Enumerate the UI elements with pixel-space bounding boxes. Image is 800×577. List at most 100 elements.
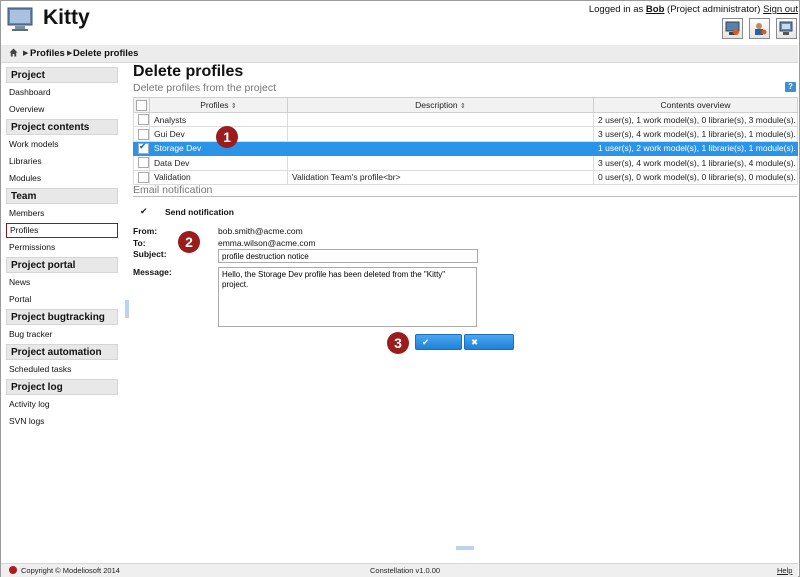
profile-name-cell: Data Dev [149,155,288,171]
breadcrumb-profiles[interactable]: Profiles [30,48,65,59]
sidebar: Project Dashboard Overview Project conte… [6,67,118,431]
overview-cell: 0 user(s), 0 work model(s), 0 librarie(s… [593,169,798,185]
breadcrumb-delete-profiles: Delete profiles [73,48,139,59]
console-icon [725,21,740,35]
cancel-button[interactable]: ✖ Cancel [464,334,514,361]
copyright-text: Copyright © Modeliosoft 2014 [21,566,120,575]
column-label: Contents overview [660,100,731,110]
subject-input[interactable] [218,249,478,263]
row-checkbox[interactable] [138,114,149,126]
user-profile-button[interactable] [749,18,770,39]
sidebar-item-overview[interactable]: Overview [6,102,118,117]
table-row[interactable]: Data Dev 3 user(s), 4 work model(s), 1 l… [133,155,798,171]
sidebar-item-work-models[interactable]: Work models [6,137,118,152]
sidebar-collapse-handle[interactable] [125,300,129,318]
row-checkbox-cell[interactable] [133,140,150,157]
chevron-right-icon: ▶ [23,50,29,57]
to-value: emma.wilson@acme.com [218,238,316,248]
overview-cell: 2 user(s), 1 work model(s), 0 librarie(s… [593,111,798,128]
sidebar-section-project[interactable]: Project [6,67,118,83]
description-cell [287,155,594,171]
row-checkbox[interactable] [138,128,149,140]
message-label: Message: [133,267,172,277]
row-checkbox-cell[interactable] [133,155,150,171]
footer-collapse-handle[interactable] [456,546,474,550]
column-label: Description [415,100,458,110]
row-checkbox[interactable] [138,157,149,169]
profile-name-cell: Validation [149,169,288,185]
admin-console-button[interactable] [722,18,743,39]
sidebar-item-permissions[interactable]: Permissions [6,240,118,255]
user-link[interactable]: Bob [646,4,664,15]
sidebar-item-svn-logs[interactable]: SVN logs [6,414,118,429]
help-link[interactable]: Help [777,566,792,575]
description-cell [287,140,594,157]
row-checkbox-cell[interactable] [133,111,150,128]
home-icon[interactable] [9,48,18,57]
divider [133,196,797,197]
sidebar-section-project-contents[interactable]: Project contents [6,119,118,135]
sidebar-section-project-log[interactable]: Project log [6,379,118,395]
overview-cell: 3 user(s), 4 work model(s), 1 librarie(s… [593,155,798,171]
sidebar-item-portal[interactable]: Portal [6,292,118,307]
login-status: Logged in as Bob (Project administrator)… [589,4,798,15]
computer-logo-icon [7,7,33,31]
row-checkbox[interactable] [138,171,149,183]
column-header-profiles[interactable]: Profiles ⇕ [149,97,288,113]
from-value: bob.smith@acme.com [218,226,303,236]
profile-name-cell: Analysts [149,111,288,128]
column-label: Profiles [200,100,229,110]
delete-button[interactable]: ✔ Delete [415,334,462,361]
help-icon[interactable]: ? [785,82,796,92]
table-row[interactable]: Analysts 2 user(s), 1 work model(s), 0 l… [133,111,798,128]
from-label: From: [133,226,158,236]
check-icon: ✔ [422,337,430,347]
close-icon: ✖ [471,337,479,347]
sidebar-section-project-automation[interactable]: Project automation [6,344,118,360]
select-all-header[interactable] [133,97,150,113]
description-cell [287,111,594,128]
column-header-contents-overview[interactable]: Contents overview [593,97,798,113]
sidebar-section-project-bugtracking[interactable]: Project bugtracking [6,309,118,325]
sort-icon: ⇕ [460,103,466,110]
sidebar-item-profiles[interactable]: Profiles [6,223,118,238]
sidebar-item-scheduled-tasks[interactable]: Scheduled tasks [6,362,118,377]
logged-in-prefix: Logged in as [588,4,644,15]
sidebar-item-dashboard[interactable]: Dashboard [6,85,118,100]
sidebar-item-activity-log[interactable]: Activity log [6,397,118,412]
select-all-checkbox[interactable] [136,99,147,111]
to-label: To: [133,238,146,248]
user-icon [755,23,767,35]
page-subtitle: Delete profiles from the project [133,82,276,94]
description-cell [287,126,594,142]
app-title: Kitty [43,6,90,29]
message-textarea[interactable]: Hello, the Storage Dev profile has been … [218,267,477,327]
sidebar-item-members[interactable]: Members [6,206,118,221]
sidebar-item-bug-tracker[interactable]: Bug tracker [6,327,118,342]
overview-cell: 3 user(s), 4 work model(s), 1 librarie(s… [593,126,798,142]
row-checkbox-checked[interactable] [138,142,149,155]
column-header-description[interactable]: Description ⇕ [287,97,594,113]
user-role: (Project administrator) [667,4,761,15]
step-marker-3: 3 [387,332,409,354]
breadcrumb: ▶ Profiles ▶ Delete profiles [1,45,798,63]
step-marker-2: 2 [178,231,200,253]
subject-label: Subject: [133,249,167,259]
table-row[interactable]: Validation Validation Team's profile<br>… [133,169,798,185]
sidebar-section-team[interactable]: Team [6,188,118,204]
sidebar-item-libraries[interactable]: Libraries [6,154,118,169]
sort-icon: ⇕ [230,103,237,110]
workstation-button[interactable] [776,18,797,39]
sidebar-section-project-portal[interactable]: Project portal [6,257,118,273]
overview-cell: 1 user(s), 2 work model(s), 1 librarie(s… [593,140,798,157]
send-notification-label: Send notification [165,207,234,217]
sidebar-item-news[interactable]: News [6,275,118,290]
send-notification-checkbox[interactable]: ✔ [140,206,148,217]
signout-link[interactable]: Sign out [763,4,798,15]
row-checkbox-cell[interactable] [133,169,150,185]
sidebar-item-modules[interactable]: Modules [6,171,118,186]
footer: Copyright © Modeliosoft 2014 Constellati… [1,563,798,577]
delete-button-label: Delete [422,351,448,361]
version-text: Constellation v1.0.00 [370,566,441,575]
row-checkbox-cell[interactable] [133,126,150,142]
